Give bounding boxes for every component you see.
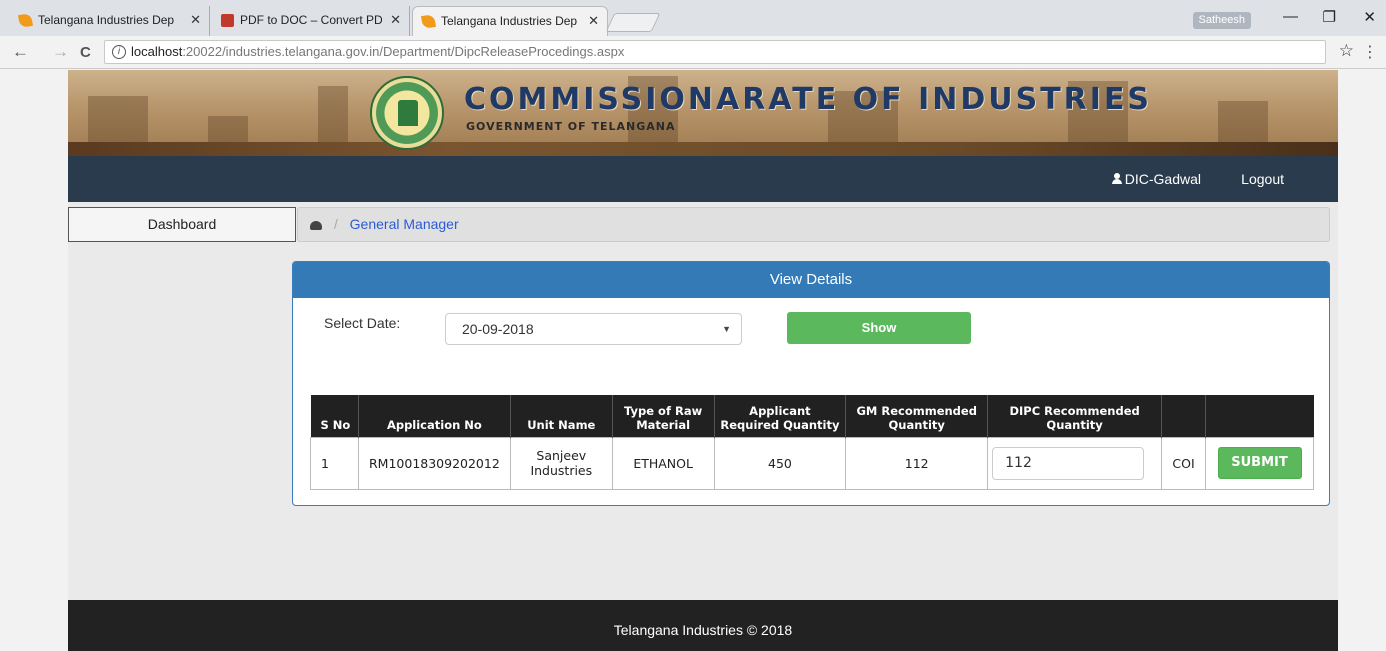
url-path: :20022/industries.telangana.gov.in/Depar… <box>182 44 625 59</box>
header-action <box>1205 395 1314 437</box>
new-tab-button[interactable] <box>605 13 661 32</box>
cell-sno: 1 <box>310 436 359 490</box>
cell-unit-name: Sanjeev Industries <box>509 436 613 490</box>
header-application-no: Application No <box>358 395 511 437</box>
select-date-label: Select Date: <box>324 315 401 331</box>
header-unit-name: Unit Name <box>510 395 613 437</box>
cell-application-no: RM10018309202012 <box>357 436 511 490</box>
lotus-icon <box>17 12 34 29</box>
url-input[interactable]: i localhost:20022/industries.telangana.g… <box>104 40 1326 64</box>
header-sno: S No <box>310 395 359 437</box>
bookmark-star-icon[interactable]: ☆ <box>1339 41 1354 61</box>
cell-applicant-qty: 450 <box>713 436 847 490</box>
user-name: DIC-Gadwal <box>1124 171 1201 187</box>
cell-gm-qty: 112 <box>845 436 989 490</box>
header-applicant-qty: Applicant Required Quantity <box>714 395 847 437</box>
tab-title: PDF to DOC – Convert PD <box>240 13 383 27</box>
browser-tab[interactable]: PDF to DOC – Convert PD ✕ <box>212 6 410 36</box>
proceedings-table: S No Application No Unit Name Type of Ra… <box>310 395 1314 490</box>
profile-chip[interactable]: Satheesh <box>1192 12 1251 29</box>
chevron-down-icon: ▼ <box>722 324 731 334</box>
browser-tab[interactable]: Telangana Industries Dep ✕ <box>10 6 210 36</box>
cell-raw-material: ETHANOL <box>611 436 715 490</box>
pdf-icon <box>221 14 234 27</box>
header-raw-material: Type of Raw Material <box>612 395 715 437</box>
telangana-emblem-logo <box>370 76 444 150</box>
url-host: localhost <box>131 44 183 59</box>
header-dipc-qty: DIPC Recommended Quantity <box>987 395 1163 437</box>
restore-icon[interactable]: ❐ <box>1323 8 1336 26</box>
close-tab-icon[interactable]: ✕ <box>190 6 201 34</box>
header-coi <box>1161 395 1206 437</box>
forward-icon[interactable]: → <box>52 42 69 62</box>
lotus-icon <box>420 13 437 30</box>
site-subtitle: GOVERNMENT OF TELANGANA <box>466 120 676 133</box>
browser-tab-active[interactable]: Telangana Industries Dep ✕ <box>412 6 608 36</box>
view-details-panel: View Details Select Date: 20-09-2018 ▼ S… <box>292 261 1330 506</box>
back-icon[interactable]: ← <box>12 42 29 62</box>
window-close-icon[interactable]: ✕ <box>1363 8 1376 26</box>
minimize-icon[interactable]: — <box>1283 8 1298 25</box>
dashboard-button[interactable]: Dashboard <box>68 207 296 242</box>
date-select[interactable]: 20-09-2018 ▼ <box>445 313 742 345</box>
info-icon[interactable]: i <box>112 45 126 59</box>
breadcrumb: / General Manager <box>297 207 1330 242</box>
dashboard-gauge-icon[interactable] <box>310 220 322 230</box>
address-bar-row: ← → C i localhost:20022/industries.telan… <box>0 36 1386 69</box>
breadcrumb-general-manager[interactable]: General Manager <box>350 216 459 232</box>
show-button[interactable]: Show <box>787 312 971 344</box>
page-container: COMMISSIONARATE OF INDUSTRIES GOVERNMENT… <box>68 70 1338 651</box>
top-navbar: DIC-Gadwal Logout <box>68 156 1338 202</box>
banner-ground <box>68 142 1338 156</box>
site-title: COMMISSIONARATE OF INDUSTRIES <box>464 82 1153 117</box>
cell-coi[interactable]: COI <box>1161 436 1206 490</box>
breadcrumb-separator: / <box>333 216 338 232</box>
table-row: 1 RM10018309202012 Sanjeev Industries ET… <box>310 436 1314 490</box>
browser-menu-icon[interactable]: ⋮ <box>1362 42 1378 62</box>
panel-title: View Details <box>293 262 1329 298</box>
table-header-row: S No Application No Unit Name Type of Ra… <box>310 395 1314 437</box>
dipc-quantity-input[interactable]: 112 <box>992 446 1145 480</box>
header-banner: COMMISSIONARATE OF INDUSTRIES GOVERNMENT… <box>68 70 1338 156</box>
page-footer: Telangana Industries © 2018 <box>68 600 1338 651</box>
header-gm-qty: GM Recommended Quantity <box>845 395 989 437</box>
cell-dipc-qty: 112 <box>987 436 1163 490</box>
submit-button[interactable]: SUBMIT <box>1217 447 1302 479</box>
logout-link[interactable]: Logout <box>1241 171 1284 187</box>
cell-action: SUBMIT <box>1205 436 1314 490</box>
tab-title: Telangana Industries Dep <box>38 13 175 27</box>
user-menu[interactable]: DIC-Gadwal <box>1111 171 1201 187</box>
user-icon <box>1111 173 1122 184</box>
date-select-value: 20-09-2018 <box>462 321 534 337</box>
browser-tab-strip: Telangana Industries Dep ✕ PDF to DOC – … <box>0 0 1386 36</box>
close-tab-icon[interactable]: ✕ <box>588 7 599 35</box>
tab-title: Telangana Industries Dep <box>441 14 578 28</box>
reload-icon[interactable]: C <box>80 44 91 61</box>
close-tab-icon[interactable]: ✕ <box>390 6 401 34</box>
